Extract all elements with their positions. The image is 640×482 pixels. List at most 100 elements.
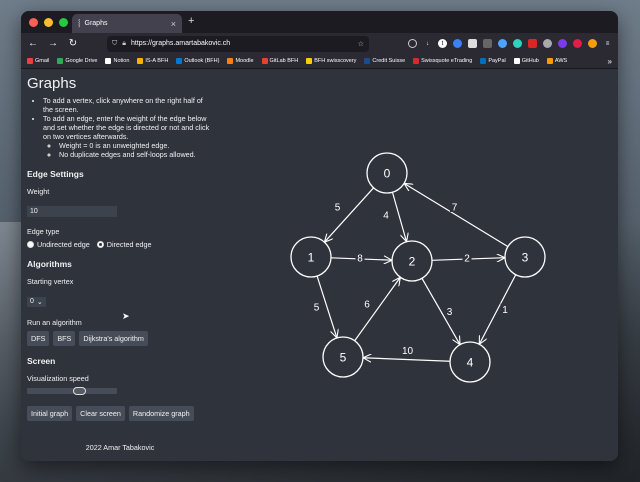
bookmark-label: IS-A BFH [145,58,169,64]
page-content: Graphs To add a vertex, click anywhere o… [21,69,618,461]
dfs-button[interactable]: DFS [27,331,50,346]
extension-globe-icon[interactable] [498,39,507,48]
starting-vertex-select[interactable]: 0 ⌄ [27,296,46,307]
randomize-graph-button[interactable]: Randomize graph [128,406,194,421]
footer-text: 2022 Amar Tabakovic [85,443,155,452]
bookmark-favicon-icon [176,58,183,64]
browser-tab[interactable]: ⸾ Graphs × [72,14,182,33]
new-tab-icon[interactable]: + [188,15,194,27]
graph-vertex[interactable]: 5 [322,336,364,378]
tab-close-icon[interactable]: × [171,19,176,29]
browser-window: ⸾ Graphs × + ← → ↻ ⛉ 🔒︎ https://graphs.a… [21,11,618,461]
bookmarks-overflow-icon[interactable]: » [608,57,612,66]
menu-icon[interactable]: ≡ [603,39,612,48]
extension-gray-icon[interactable] [543,39,552,48]
reload-icon[interactable]: ↻ [67,38,79,49]
vertex-label: 1 [308,251,315,265]
bookmark-favicon-icon [27,58,33,64]
bookmark-label: Gmail [35,58,50,64]
graph-vertex[interactable]: 1 [290,236,332,278]
bookmark-item[interactable]: Notion [105,58,129,64]
graph-edge [421,278,460,344]
bfs-button[interactable]: BFS [53,331,76,346]
bookmark-label: Credit Suisse [372,58,406,64]
extension-purple-icon[interactable] [558,39,567,48]
extension-teal-icon[interactable] [513,39,522,48]
graph-vertex[interactable]: 4 [449,341,491,383]
clear-screen-button[interactable]: Clear screen [76,406,125,421]
extension-red-icon[interactable] [528,39,537,48]
toolbar-icons: ↓ t ≡ [408,39,612,48]
edge-weight-label: 2 [464,254,470,265]
graph-svg[interactable]: 5 4 7 8 2 5 6 3 1 10 0 1 2 3 4 5 [219,69,618,461]
algorithm-buttons: DFS BFS Dijkstra's algorithm [27,331,213,346]
lock-icon[interactable]: 🔒︎ [122,40,126,48]
sub-instruction-weight: Weight = 0 is an unweighted edge. [59,141,213,150]
bookmark-item[interactable]: GitLab BFH [261,58,298,64]
dijkstra-button[interactable]: Dijkstra's algorithm [79,331,148,346]
weight-input[interactable] [27,206,117,217]
bookmark-star-icon[interactable]: ☆ [358,40,364,48]
bookmark-favicon-icon [137,58,144,64]
forward-arrow-icon[interactable]: → [47,38,59,49]
bookmark-label: Moodle [235,58,254,64]
sub-instruction-no-duplicates: No duplicate edges and self-loops allowe… [59,150,213,159]
minimize-window-button[interactable] [44,17,53,27]
bookmark-item[interactable]: IS-A BFH [137,58,168,64]
vertex-label: 4 [467,356,474,370]
bookmark-item[interactable]: GitHub [513,58,539,64]
url-bar[interactable]: ⛉ 🔒︎ https://graphs.amartabakovic.ch ☆ [107,35,369,52]
tab-favicon-icon: ⸾ [78,20,81,27]
visualization-speed-slider[interactable] [27,387,117,395]
bookmark-item[interactable]: Google Drive [57,58,97,64]
extension-box-icon[interactable] [483,39,492,48]
bookmark-item[interactable]: Outlook (BFH) [176,58,219,64]
edge-weight-label: 10 [402,346,414,357]
undirected-label: Undirected edge [37,240,90,249]
title-bar: ⸾ Graphs × + [21,11,618,33]
graph-edge [324,187,375,242]
bookmark-item[interactable]: PayPal [480,58,506,64]
pocket-icon[interactable] [408,39,417,48]
edge-weight-label: 6 [364,300,370,311]
edge-weight-label: 8 [357,254,363,265]
vertex-label: 2 [409,255,416,269]
bookmark-favicon-icon [480,58,487,64]
graph-vertex[interactable]: 3 [504,236,546,278]
vertex-label: 0 [384,167,391,181]
back-arrow-icon[interactable]: ← [27,38,39,49]
bookmark-item[interactable]: BFH swisscovery [306,58,356,64]
slider-thumb[interactable] [73,387,86,395]
bookmark-item[interactable]: AWS [546,58,567,64]
shield-icon[interactable]: ⛉ [112,40,117,48]
downloads-icon[interactable]: ↓ [423,39,432,48]
maximize-window-button[interactable] [59,17,68,27]
starting-vertex-label: Starting vertex [27,277,74,286]
bookmark-favicon-icon [513,58,520,64]
graph-vertex[interactable]: 0 [366,152,408,194]
bookmark-item[interactable]: Gmail [27,58,49,64]
initial-graph-button[interactable]: Initial graph [27,406,73,421]
extension-blue-icon[interactable] [453,39,462,48]
extension-orange-icon[interactable] [588,39,597,48]
starting-vertex-value: 0 [30,298,34,305]
directed-radio[interactable] [96,241,104,248]
graph-edge [363,358,451,361]
bookmark-item[interactable]: Moodle [227,58,254,64]
close-window-button[interactable] [29,17,38,27]
extension-t-icon[interactable]: t [438,39,447,48]
graph-edge [354,277,401,342]
bookmark-item[interactable]: Swissquote eTrading [413,58,472,64]
undirected-radio[interactable] [27,241,34,248]
edge-type-label: Edge type [27,227,60,236]
extension-s-icon[interactable] [468,39,477,48]
extension-pink-icon[interactable] [573,39,582,48]
url-text[interactable]: https://graphs.amartabakovic.ch [131,40,353,47]
graph-canvas[interactable]: 5 4 7 8 2 5 6 3 1 10 0 1 2 3 4 5 [219,69,618,461]
tab-title: Graphs [84,20,108,27]
screen-heading: Screen [27,356,56,366]
bookmark-item[interactable]: Credit Suisse [364,58,405,64]
edge-weight-label: 3 [447,307,453,318]
graph-vertex[interactable]: 2 [391,240,433,282]
navigation-bar: ← → ↻ ⛉ 🔒︎ https://graphs.amartabakovic.… [21,33,618,54]
